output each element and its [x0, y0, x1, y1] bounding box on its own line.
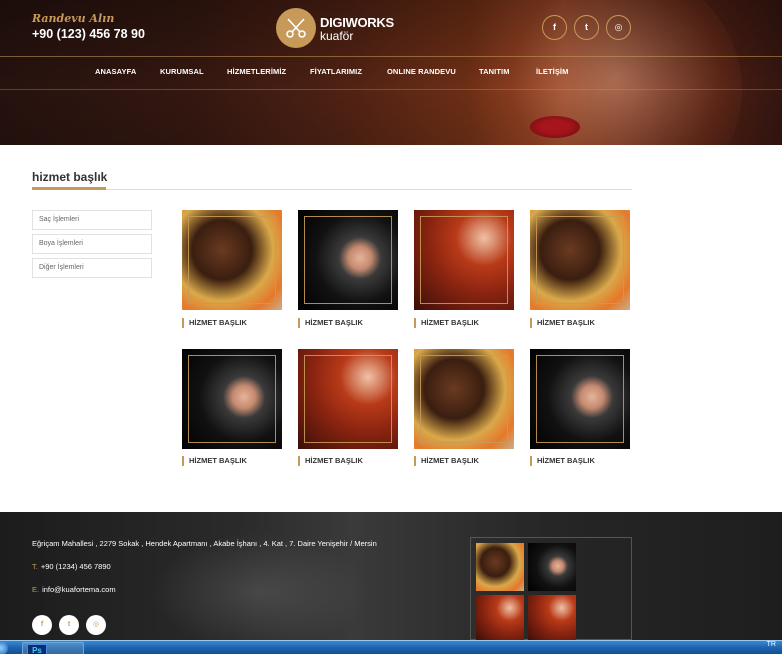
footer-email[interactable]: E. info@kuafortema.com — [32, 585, 116, 594]
footer-address: Eğriçam Mahallesi , 2279 Sokak , Hendek … — [32, 539, 377, 548]
title-divider — [32, 189, 632, 190]
nav-item-online-randevu[interactable]: ONLINE RANDEVU — [387, 67, 456, 76]
service-image[interactable] — [298, 349, 398, 449]
nav-item-hizmetlerimiz[interactable]: HİZMETLERİMİZ — [227, 67, 286, 76]
service-image[interactable] — [530, 210, 630, 310]
nav-item-fiyatlarimiz[interactable]: FİYATLARIMIZ — [310, 67, 362, 76]
nav-item-anasayfa[interactable]: ANASAYFA — [95, 67, 136, 76]
twitter-icon[interactable]: t — [574, 15, 599, 40]
instagram-icon[interactable]: ◎ — [606, 15, 631, 40]
gallery-thumb[interactable] — [528, 543, 576, 591]
facebook-icon[interactable]: f — [32, 615, 52, 635]
service-title[interactable]: HİZMET BAŞLIK — [414, 318, 479, 328]
instagram-icon[interactable]: ◎ — [86, 615, 106, 635]
service-title[interactable]: HİZMET BAŞLIK — [530, 456, 595, 466]
site-footer: Eğriçam Mahallesi , 2279 Sokak , Hendek … — [0, 512, 782, 652]
sidebar-item-sac-islemleri[interactable]: Saç İşlemleri — [32, 210, 152, 230]
main-nav: ANASAYFA KURUMSAL HİZMETLERİMİZ FİYATLAR… — [0, 57, 782, 87]
service-title[interactable]: HİZMET BAŞLIK — [298, 456, 363, 466]
sidebar-item-diger-islemleri[interactable]: Diğer İşlemleri — [32, 258, 152, 278]
header-phone[interactable]: +90 (123) 456 78 90 — [32, 27, 145, 41]
logo-brand: DIGIWORKS — [320, 15, 394, 30]
service-image[interactable] — [182, 349, 282, 449]
footer-gallery — [470, 537, 632, 641]
site-logo[interactable]: DIGIWORKS kuaför — [276, 8, 396, 48]
nav-item-tanitim[interactable]: TANITIM — [479, 67, 510, 76]
start-button[interactable] — [0, 641, 8, 654]
scissors-logo-icon — [276, 8, 316, 48]
title-accent-bar — [32, 187, 106, 190]
sidebar-item-boya-islemleri[interactable]: Boya İşlemleri — [32, 234, 152, 254]
gallery-thumb[interactable] — [528, 595, 576, 641]
service-image[interactable] — [182, 210, 282, 310]
page-title: hizmet başlık — [32, 170, 108, 184]
service-image[interactable] — [530, 349, 630, 449]
service-image[interactable] — [298, 210, 398, 310]
service-title[interactable]: HİZMET BAŞLIK — [414, 456, 479, 466]
site-header: Randevu Alın +90 (123) 456 78 90 DIGIWOR… — [0, 0, 782, 145]
service-title[interactable]: HİZMET BAŞLIK — [530, 318, 595, 328]
appointment-label: Randevu Alın — [32, 12, 115, 25]
twitter-icon[interactable]: t — [59, 615, 79, 635]
language-indicator[interactable]: TR — [767, 641, 776, 648]
service-image[interactable] — [414, 349, 514, 449]
service-title[interactable]: HİZMET BAŞLIK — [182, 318, 247, 328]
photoshop-icon: Ps — [27, 644, 47, 654]
footer-phone[interactable]: T. +90 (1234) 456 7890 — [32, 562, 111, 571]
gallery-thumb[interactable] — [476, 595, 524, 641]
service-image[interactable] — [414, 210, 514, 310]
nav-item-kurumsal[interactable]: KURUMSAL — [160, 67, 204, 76]
logo-sub: kuaför — [320, 29, 354, 43]
nav-divider-bottom — [0, 89, 782, 90]
service-title[interactable]: HİZMET BAŞLIK — [182, 456, 247, 466]
service-title[interactable]: HİZMET BAŞLIK — [298, 318, 363, 328]
taskbar-app-button[interactable]: Ps — [22, 642, 84, 654]
nav-item-iletisim[interactable]: İLETİŞİM — [536, 67, 568, 76]
os-taskbar: Ps TR — [0, 640, 782, 654]
gallery-thumb[interactable] — [476, 543, 524, 591]
facebook-icon[interactable]: f — [542, 15, 567, 40]
